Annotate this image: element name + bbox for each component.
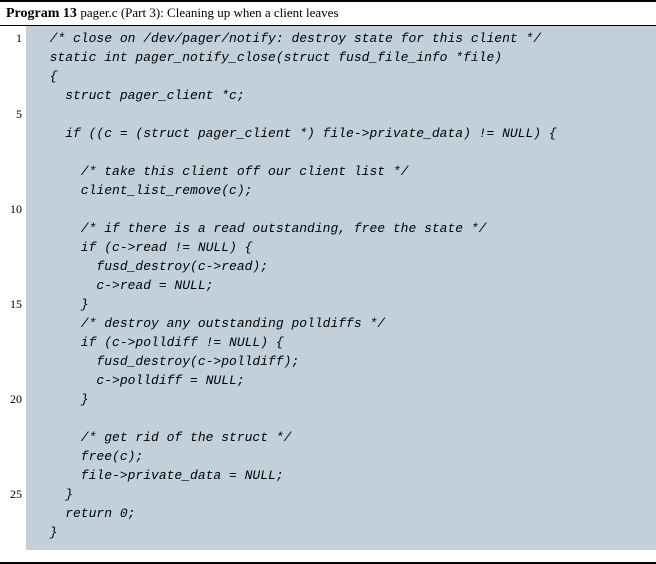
line-number: 1 (0, 29, 22, 48)
line-number (0, 428, 22, 447)
line-number (0, 238, 22, 257)
line-number (0, 314, 22, 333)
line-number (0, 181, 22, 200)
program-header: Program 13 pager.c (Part 3): Cleaning up… (0, 2, 656, 26)
line-number (0, 219, 22, 238)
code-block: /* close on /dev/pager/notify: destroy s… (26, 26, 656, 550)
line-number (0, 523, 22, 542)
line-number (0, 48, 22, 67)
line-number (0, 124, 22, 143)
line-number (0, 143, 22, 162)
line-number: 10 (0, 200, 22, 219)
line-number (0, 86, 22, 105)
program-caption: : Cleaning up when a client leaves (160, 5, 338, 20)
program-filename: pager.c (Part 3) (80, 5, 160, 20)
line-number: 5 (0, 105, 22, 124)
line-number: 25 (0, 485, 22, 504)
line-number (0, 276, 22, 295)
line-number (0, 352, 22, 371)
line-number (0, 67, 22, 86)
bottom-spacer (0, 550, 656, 562)
line-number: 15 (0, 295, 22, 314)
line-number (0, 333, 22, 352)
line-number (0, 466, 22, 485)
program-label: Program 13 (6, 6, 77, 21)
line-number (0, 447, 22, 466)
line-number (0, 504, 22, 523)
line-number: 20 (0, 390, 22, 409)
code-area: 1 5 10 15 20 25 /* close on /dev/pager/n… (0, 26, 656, 550)
line-number (0, 371, 22, 390)
line-number (0, 162, 22, 181)
line-number-gutter: 1 5 10 15 20 25 (0, 26, 26, 550)
program-listing: Program 13 pager.c (Part 3): Cleaning up… (0, 0, 656, 564)
line-number (0, 257, 22, 276)
line-number (0, 409, 22, 428)
